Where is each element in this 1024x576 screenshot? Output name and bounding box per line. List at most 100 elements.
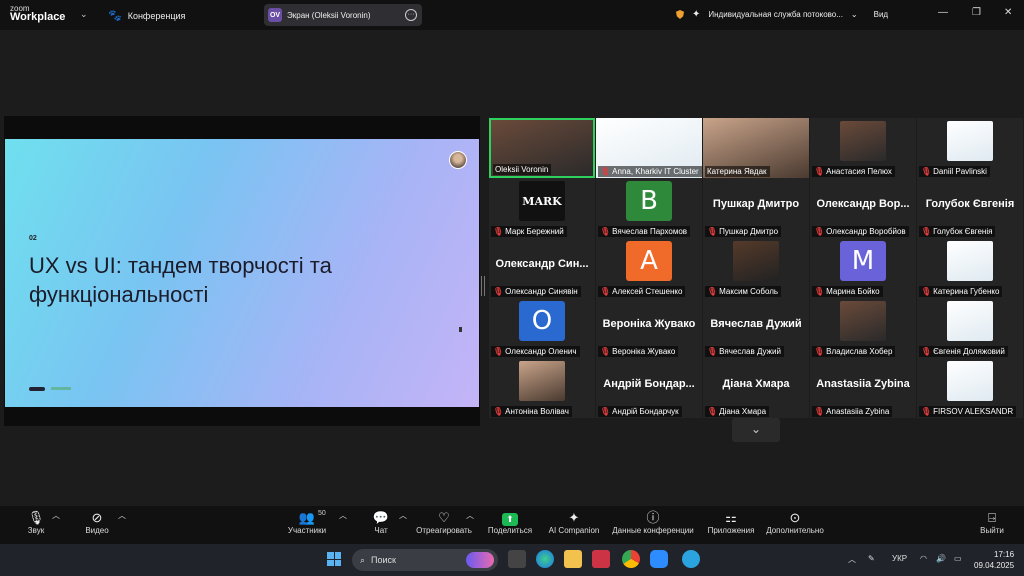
participant-tile[interactable]: Anastasiia Zybina 🎙 Anastasiia Zybina [810,358,916,418]
view-button[interactable]: Вид [874,10,888,19]
participant-tile[interactable]: 🎙 Anna, Kharkiv IT Cluster [596,118,702,178]
participant-tile[interactable]: Вячеслав Дужий 🎙 Вячеслав Дужий [703,298,809,358]
participant-tile[interactable]: М 🎙 Марина Бойко [810,238,916,298]
share-button[interactable]: ⬆ Поделиться [486,510,534,535]
video-label: Видео [85,526,109,535]
windows-start-icon[interactable] [327,552,341,566]
search-highlight-art [466,552,494,568]
minimize-icon[interactable]: — [938,7,948,18]
mic-off-icon: 🎙 [707,287,718,296]
participant-tile[interactable]: Вероніка Жувако 🎙 Вероніка Жувако [596,298,702,358]
participant-tile[interactable]: Oleksii Voronin [489,118,595,178]
participant-tile[interactable]: Олександр Син... 🎙 Олександр Синявін [489,238,595,298]
clock-time: 17:16 [994,550,1015,559]
language-indicator[interactable]: УКР [892,554,907,563]
ai-companion-button[interactable]: ✦ AI Companion [546,510,602,535]
meeting-menu[interactable]: 🐾 Конференция [108,9,185,22]
participant-name: Марина Бойко [826,287,880,296]
participant-tile[interactable]: 🎙 Daniil Pavlinski [917,118,1023,178]
edge-icon[interactable] [536,550,554,568]
volume-icon[interactable]: 🔊 [936,554,946,563]
chevron-up-icon[interactable]: ︿ [466,510,474,521]
battery-icon[interactable]: ▭ [954,554,962,563]
participant-name-label: 🎙 Голубок Євгенія [919,226,996,237]
participant-tile[interactable]: 🎙 Антоніна Волівач [489,358,595,418]
apps-button[interactable]: ⚏ Приложения [704,510,758,535]
participant-display-name: Андрій Бондар... [603,378,695,390]
participant-display-name: Діана Хмара [722,378,790,390]
participant-tile[interactable]: 🎙 Владислав Хобер [810,298,916,358]
folder-icon[interactable] [564,550,582,568]
chrome-icon[interactable] [622,550,640,568]
participant-tile[interactable]: О 🎙 Олександр Оленич [489,298,595,358]
chevron-up-icon[interactable]: ︿ [339,510,347,521]
pen-icon[interactable]: ✎ [868,554,875,563]
participant-tile[interactable]: Голубок Євгенія 🎙 Голубок Євгенія [917,178,1023,238]
mic-off-icon: 🎙 [707,347,718,356]
windows-taskbar: ⌕ Поиск ︿ ✎ УКР ◠ 🔊 ▭ 17:16 09.04.2025 [0,544,1024,576]
participant-display-name: Олександр Син... [495,258,589,270]
task-view-icon[interactable] [508,550,526,568]
participant-tile[interactable]: 🎙 Максим Соболь [703,238,809,298]
chevron-down-icon[interactable]: ⌄ [80,9,88,20]
participant-tile[interactable]: Катерина Явдак [703,118,809,178]
participant-name: Анастасия Пелюх [826,167,892,176]
service-label[interactable]: Индивидуальная служба потоково... [708,10,843,19]
react-label: Отреагировать [416,526,472,535]
participant-tile[interactable]: Пушкар Дмитро 🎙 Пушкар Дмитро [703,178,809,238]
sparkle-icon[interactable]: ✦ [692,9,700,20]
participant-name: Катерина Губенко [933,287,1000,296]
participant-tile[interactable]: 🎙 Анастасия Пелюх [810,118,916,178]
gallery-next-page-button[interactable]: ⌄ [732,418,780,442]
participant-tile[interactable]: В 🎙 Вячеслав Пархомов [596,178,702,238]
shield-icon[interactable] [676,10,684,19]
audio-button[interactable]: 🎙 Звук [22,510,50,535]
screen-share-pill[interactable]: OV Экран (Oleksii Voronin) ··· [264,4,422,26]
more-icon[interactable]: ··· [405,9,417,21]
wifi-icon[interactable]: ◠ [920,554,927,563]
clock[interactable]: 17:16 09.04.2025 [974,549,1014,571]
participant-name-label: 🎙 Пушкар Дмитро [705,226,782,237]
mic-off-icon: 🎙 [921,167,932,176]
participant-name-label: 🎙 Вероніка Жувако [598,346,679,357]
chat-button[interactable]: 💬 Чат [370,510,392,535]
chevron-up-icon[interactable]: ︿ [399,510,407,521]
store-icon[interactable] [592,550,610,568]
participant-tile[interactable]: 🎙 Євгенія Доляжовий [917,298,1023,358]
participant-tile[interactable]: Олександр Вор... 🎙 Олександр Воробйов [810,178,916,238]
participant-tile[interactable]: Андрій Бондар... 🎙 Андрій Бондарчук [596,358,702,418]
meeting-info-button[interactable]: ⓘ Данные конференции [610,510,696,535]
participants-label: Участники [287,526,327,535]
logo-line2: Workplace [10,11,66,23]
participant-display-name: Пушкар Дмитро [712,198,800,210]
shared-screen[interactable]: 02 UX vs UI: тандем творчості та функціо… [4,116,480,426]
split-handle[interactable] [481,276,485,296]
mic-off-icon: 🎙 [921,287,932,296]
taskbar-search[interactable]: ⌕ Поиск [352,549,498,571]
participant-tile[interactable]: MARK 🎙 Марк Бережний [489,178,595,238]
video-button[interactable]: ⊘ Видео [82,510,112,535]
participant-tile[interactable]: Діана Хмара 🎙 Діана Хмара [703,358,809,418]
mic-off-icon: 🎙 [921,227,932,236]
participant-tile[interactable]: А 🎙 Алексей Стешенко [596,238,702,298]
chevron-up-icon[interactable]: ︿ [848,554,856,565]
participant-name-label: 🎙 Вячеслав Дужий [705,346,784,357]
more-icon: ⊙ [789,510,801,525]
leave-button[interactable]: ⍈ Выйти [978,510,1006,535]
more-button[interactable]: ⊙ Дополнительно [764,510,826,535]
zoom-logo[interactable]: zoom Workplace [10,4,66,23]
chevron-up-icon[interactable]: ︿ [52,510,60,521]
close-icon[interactable]: ✕ [1004,7,1012,18]
restore-icon[interactable]: ❐ [972,7,981,18]
chat-icon: 💬 [372,510,390,525]
clock-date: 09.04.2025 [974,561,1015,570]
zoom-app-icon[interactable] [650,550,668,568]
participant-name: Anastasiia Zybina [826,407,890,416]
mic-off-icon: 🎙 [600,167,611,176]
participant-tile[interactable]: 🎙 Катерина Губенко [917,238,1023,298]
chevron-down-icon[interactable]: ⌄ [851,10,858,19]
chevron-up-icon[interactable]: ︿ [118,510,126,521]
participant-tile[interactable]: 🎙 FIRSOV ALEKSANDR [917,358,1023,418]
react-button[interactable]: ♡ Отреагировать [414,510,474,535]
telegram-icon[interactable] [682,550,700,568]
